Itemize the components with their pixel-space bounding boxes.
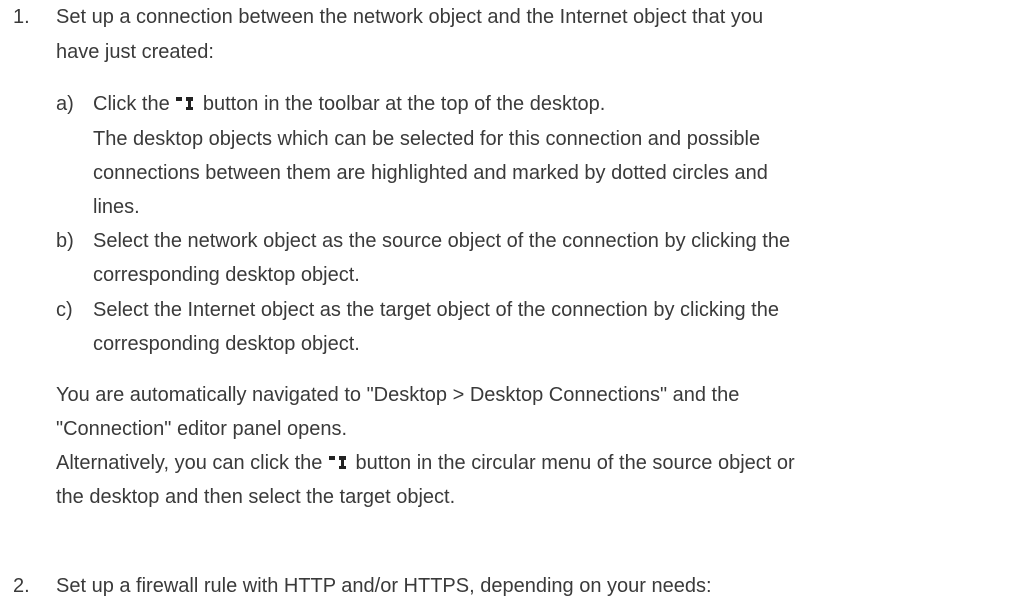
connection-tool-icon xyxy=(175,95,197,111)
substep-text: corresponding desktop object. xyxy=(93,333,360,355)
substep-text: The desktop objects which can be selecte… xyxy=(93,128,761,150)
connection-tool-icon xyxy=(328,454,350,470)
alternative-text: Alternatively, you can click the button … xyxy=(56,452,795,474)
document-page: 1. Set up a connection between the netwo… xyxy=(0,0,1032,597)
substep-text: corresponding desktop object. xyxy=(93,264,360,286)
step-text: Set up a firewall rule with HTTP and/or … xyxy=(56,575,712,597)
step-text: Set up a connection between the network … xyxy=(56,6,764,28)
substep-label: a) xyxy=(56,93,74,115)
result-text: You are automatically navigated to "Desk… xyxy=(56,384,740,406)
substep-text: Click the button in the toolbar at the t… xyxy=(93,93,606,115)
alternative-text: the desktop and then select the target o… xyxy=(56,486,456,508)
result-text: "Connection" editor panel opens. xyxy=(56,418,348,440)
substep-text: connections between them are highlighted… xyxy=(93,162,768,184)
step-text: have just created: xyxy=(56,41,214,63)
substep-text: lines. xyxy=(93,196,140,218)
substep-label: b) xyxy=(56,230,74,252)
substep-label: c) xyxy=(56,299,73,321)
substep-text: Select the network object as the source … xyxy=(93,230,791,252)
step-number: 1. xyxy=(13,6,30,28)
substep-text: Select the Internet object as the target… xyxy=(93,299,779,321)
step-number: 2. xyxy=(13,575,30,597)
